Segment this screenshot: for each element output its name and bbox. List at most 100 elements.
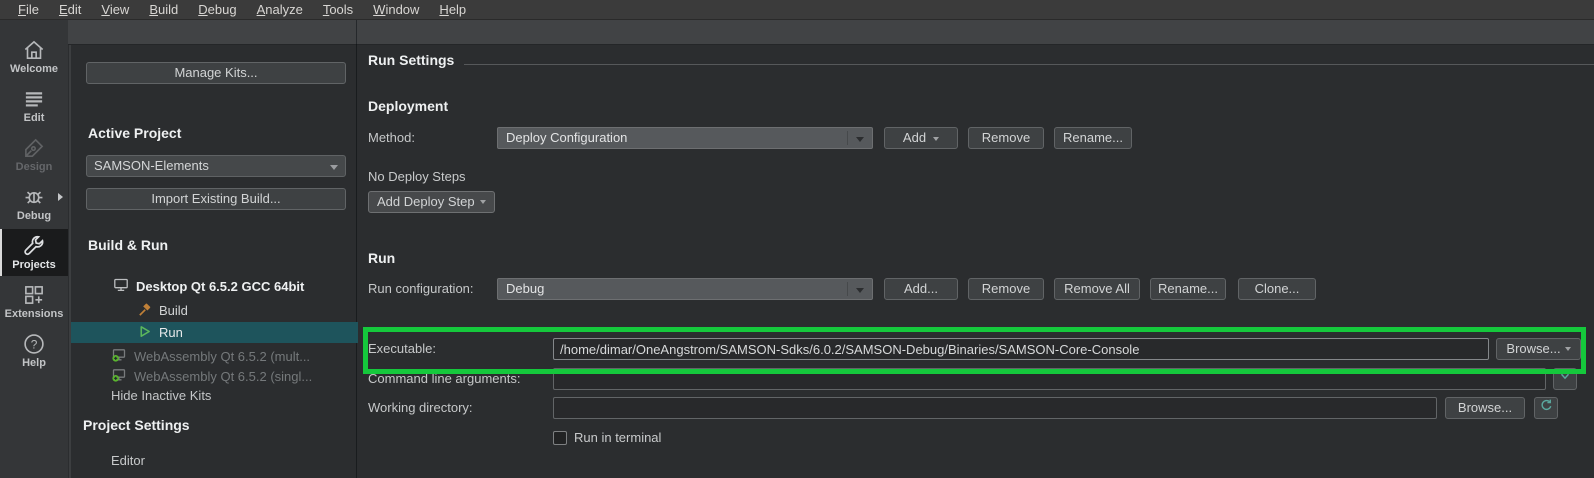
project-settings-heading: Project Settings [83, 417, 190, 433]
command-line-arguments-label: Command line arguments: [368, 371, 521, 386]
chevron-down-icon [479, 200, 486, 204]
kit-name: WebAssembly Qt 6.5.2 (singl... [134, 369, 313, 384]
mode-edit[interactable]: Edit [0, 82, 68, 129]
extensions-icon [0, 282, 68, 308]
webassembly-kit-icon [111, 367, 127, 386]
browse-label: Browse... [1506, 341, 1561, 356]
build-and-run-heading: Build & Run [88, 237, 169, 253]
menu-analyze[interactable]: Analyze [247, 0, 313, 19]
run-remove-all-button[interactable]: Remove All [1054, 278, 1140, 300]
method-label: Method: [368, 130, 415, 145]
chevron-down-icon [1564, 347, 1571, 351]
mode-label: Help [22, 357, 46, 369]
reset-icon [1539, 398, 1553, 418]
run-configuration-label: Run configuration: [368, 281, 474, 296]
expand-arguments-button[interactable] [1553, 368, 1577, 390]
menu-view[interactable]: View [91, 0, 139, 19]
run-heading: Run [368, 250, 396, 266]
kit-build-item[interactable]: Build [71, 300, 358, 321]
menu-tools[interactable]: Tools [313, 0, 363, 19]
chevron-down-icon [856, 137, 864, 142]
run-configuration-select[interactable]: Debug [497, 278, 873, 300]
mode-sidebar: Welcome Edit Design Debug Projects Exten… [0, 20, 68, 478]
mode-design: Design [0, 131, 68, 178]
hammer-icon [137, 302, 152, 320]
mode-label: Design [15, 161, 53, 173]
run-in-terminal-checkbox[interactable] [553, 430, 567, 445]
add-deploy-step-label: Add Deploy Step [377, 194, 475, 209]
run-settings-title-text: Run Settings [368, 52, 455, 68]
kit-run-item[interactable]: Run [71, 322, 358, 343]
menu-bar: File Edit View Build Debug Analyze Tools… [0, 0, 1594, 20]
kit-desktop-qt[interactable]: Desktop Qt 6.5.2 GCC 64bit [71, 276, 358, 297]
run-settings-title: Run Settings [368, 52, 1594, 68]
kit-run-label: Run [159, 325, 183, 340]
executable-browse-button[interactable]: Browse... [1496, 338, 1581, 360]
deploy-method-value: Deploy Configuration [506, 130, 628, 145]
mode-debug[interactable]: Debug [0, 180, 68, 227]
mode-label: Projects [12, 259, 56, 271]
mode-welcome[interactable]: Welcome [0, 33, 68, 80]
kit-name: WebAssembly Qt 6.5.2 (mult... [134, 349, 311, 364]
kit-name: Desktop Qt 6.5.2 GCC 64bit [136, 279, 305, 294]
executable-input[interactable] [553, 338, 1489, 360]
no-deploy-steps-text: No Deploy Steps [368, 169, 466, 184]
monitor-icon [113, 277, 129, 296]
run-settings-panel: Run Settings Deployment Method: Deploy C… [357, 45, 1594, 478]
run-clone-button[interactable]: Clone... [1238, 278, 1316, 300]
menu-edit[interactable]: Edit [49, 0, 91, 19]
wrench-icon [0, 233, 68, 259]
working-directory-browse-button[interactable]: Browse... [1445, 397, 1525, 419]
webassembly-kit-icon [111, 347, 127, 366]
deploy-remove-button[interactable]: Remove [968, 127, 1044, 149]
reset-working-directory-button[interactable] [1534, 397, 1558, 419]
run-in-terminal-label: Run in terminal [574, 430, 662, 445]
kit-webassembly-multi[interactable]: WebAssembly Qt 6.5.2 (mult... [71, 346, 358, 367]
menu-window[interactable]: Window [363, 0, 429, 19]
project-settings-editor-item[interactable]: Editor [111, 453, 145, 468]
chevron-down-icon [933, 136, 940, 141]
menu-file[interactable]: File [8, 0, 49, 19]
add-deploy-step-button[interactable]: Add Deploy Step [368, 191, 495, 213]
run-rename-button[interactable]: Rename... [1150, 278, 1226, 300]
run-remove-button[interactable]: Remove [968, 278, 1044, 300]
mode-extensions[interactable]: Extensions [0, 278, 68, 325]
mode-help[interactable]: ? Help [0, 327, 68, 374]
working-directory-input[interactable] [553, 397, 1437, 419]
menu-help[interactable]: Help [429, 0, 476, 19]
executable-label: Executable: [368, 341, 436, 356]
command-line-arguments-input[interactable] [553, 368, 1546, 390]
mode-label: Edit [23, 112, 45, 124]
menu-build[interactable]: Build [139, 0, 188, 19]
flyout-arrow-icon[interactable] [58, 193, 63, 201]
chevron-down-icon [330, 165, 338, 170]
document-lines-icon [0, 86, 68, 112]
kit-webassembly-single[interactable]: WebAssembly Qt 6.5.2 (singl... [71, 366, 358, 387]
deploy-method-select[interactable]: Deploy Configuration [497, 127, 873, 149]
active-project-heading: Active Project [88, 125, 182, 141]
play-icon [137, 324, 152, 342]
mode-projects[interactable]: Projects [0, 229, 68, 276]
selected-project-value: SAMSON-Elements [94, 158, 209, 173]
svg-text:?: ? [31, 338, 38, 352]
working-directory-label: Working directory: [368, 400, 473, 415]
manage-kits-button[interactable]: Manage Kits... [86, 62, 346, 84]
home-icon [0, 37, 68, 63]
hide-inactive-kits-link[interactable]: Hide Inactive Kits [111, 388, 211, 403]
qt-creator-window: File Edit View Build Debug Analyze Tools… [0, 0, 1594, 478]
deploy-add-button[interactable]: Add [884, 127, 958, 149]
divider [847, 131, 848, 145]
import-existing-build-button[interactable]: Import Existing Build... [86, 188, 346, 210]
run-add-button[interactable]: Add... [884, 278, 958, 300]
run-configuration-value: Debug [506, 281, 545, 296]
menu-debug[interactable]: Debug [188, 0, 246, 19]
mode-label: Debug [16, 210, 52, 222]
active-project-selector[interactable]: SAMSON-Elements [86, 155, 346, 177]
deploy-rename-button[interactable]: Rename... [1054, 127, 1132, 149]
projects-left-panel: Manage Kits... Active Project SAMSON-Ele… [69, 45, 358, 478]
help-icon: ? [0, 331, 68, 357]
chevron-down-icon [856, 288, 864, 293]
toolbar-band [68, 20, 1594, 45]
deploy-add-label: Add [902, 130, 927, 145]
divider [847, 282, 848, 296]
